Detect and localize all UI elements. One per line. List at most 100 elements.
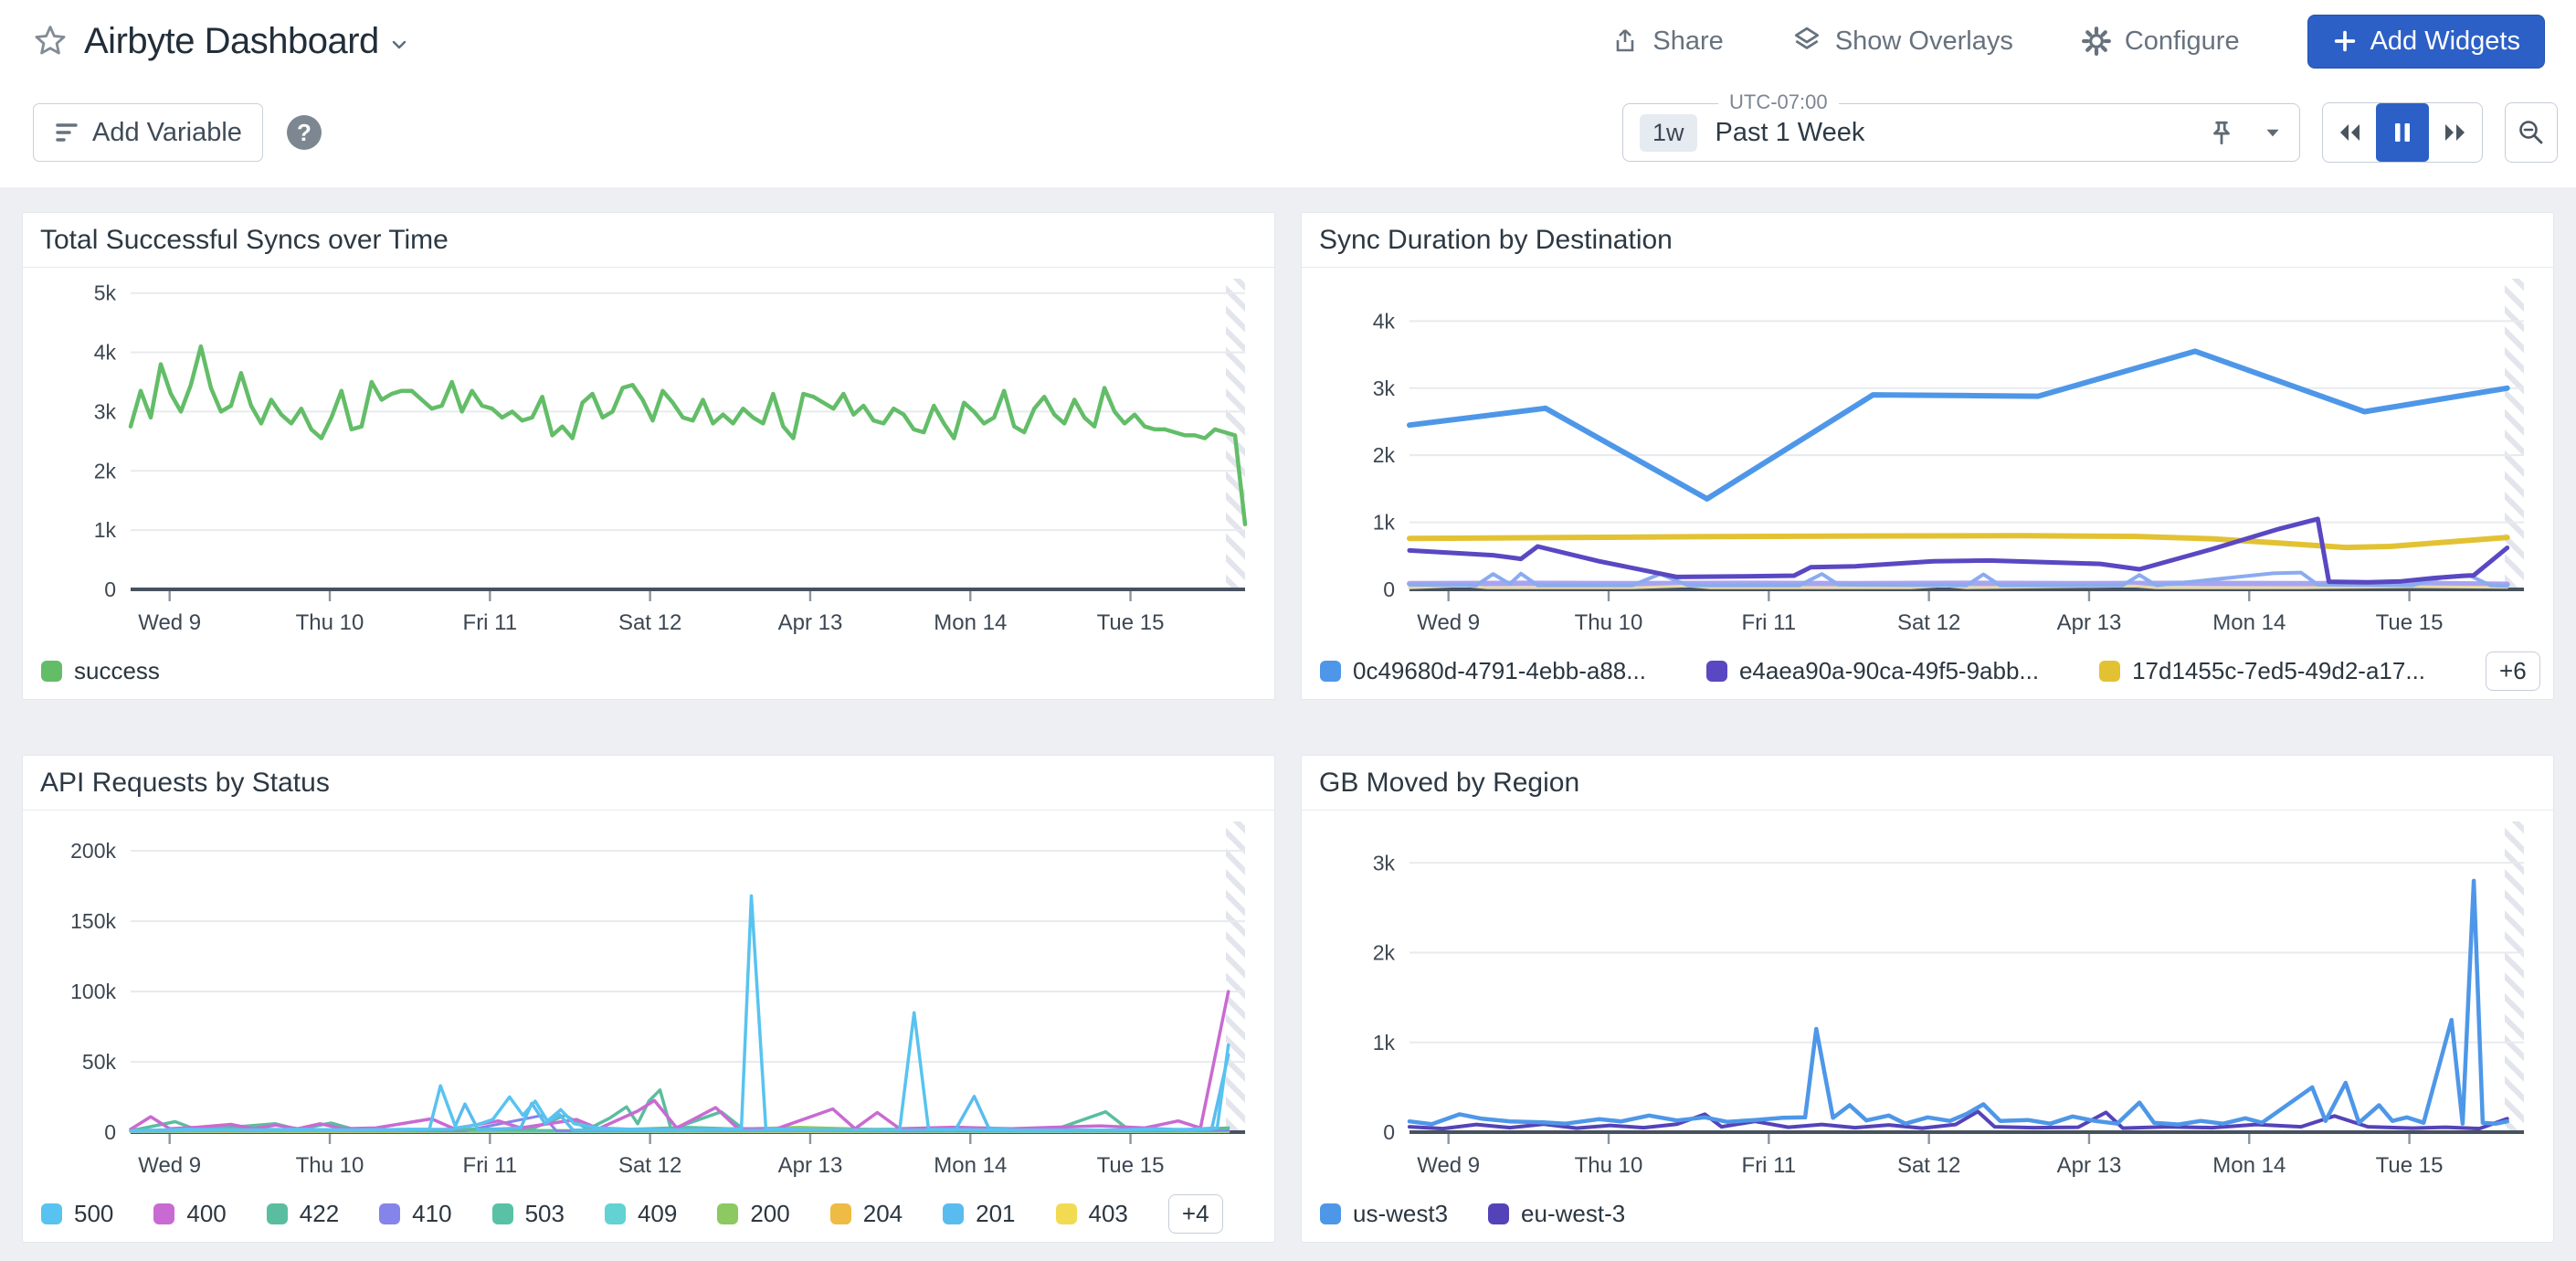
header-row-title: Airbyte Dashboard Share Show Overlays [33, 13, 2545, 69]
series-line-0c49680d-4791-4ebb-a88...[interactable] [1409, 351, 2507, 499]
top-bar: Airbyte Dashboard Share Show Overlays [0, 0, 2576, 187]
legend-item[interactable]: 201 [943, 1200, 1015, 1228]
widget-title[interactable]: Total Successful Syncs over Time [23, 213, 1274, 268]
plus-icon [2332, 28, 2358, 54]
widget-title[interactable]: GB Moved by Region [1302, 756, 2553, 811]
show-overlays-button[interactable]: Show Overlays [1791, 26, 2013, 57]
zoom-out-button[interactable] [2505, 102, 2558, 163]
add-widgets-button[interactable]: Add Widgets [2307, 15, 2545, 69]
x-tick-label: Sat 12 [1897, 1153, 1960, 1178]
pin-icon[interactable] [2208, 118, 2235, 147]
legend-item[interactable]: 410 [379, 1200, 451, 1228]
series-line-400[interactable] [131, 991, 1229, 1129]
x-tick-label: Wed 9 [1417, 1153, 1480, 1178]
widget-title[interactable]: Sync Duration by Destination [1302, 213, 2553, 268]
chart-plot[interactable]: 01k2k3kWed 9Thu 10Fri 11Sat 12Apr 13Mon … [1302, 811, 2553, 1185]
title-chevron-down-icon[interactable] [388, 34, 410, 56]
series-line-201[interactable] [131, 1054, 1229, 1130]
series-line-eu-west-3[interactable] [1409, 1111, 2507, 1129]
pause-icon [2391, 120, 2414, 145]
legend-label: success [74, 657, 160, 685]
series-line-e4aea90a-90ca-49f5-9abb...[interactable] [1409, 519, 2507, 582]
legend-item[interactable]: 500 [41, 1200, 113, 1228]
series-line-500[interactable] [131, 895, 1229, 1130]
y-tick-label: 5k [94, 281, 117, 305]
chart-legend: 0c49680d-4791-4ebb-a88... e4aea90a-90ca-4… [1302, 642, 2553, 699]
time-range-label: Past 1 Week [1716, 118, 1865, 148]
legend-item[interactable]: 200 [717, 1200, 789, 1228]
share-icon [1610, 26, 1640, 57]
legend-item[interactable]: 204 [830, 1200, 903, 1228]
series-line-us-west3[interactable] [1409, 881, 2507, 1125]
legend-item[interactable]: eu-west-3 [1488, 1200, 1625, 1228]
y-tick-label: 0 [104, 1120, 116, 1144]
legend-color-chip [1706, 661, 1727, 682]
x-tick-label: Thu 10 [296, 1153, 364, 1178]
chart-plot[interactable]: 01k2k3k4k5kWed 9Thu 10Fri 11Sat 12Apr 13… [23, 268, 1274, 642]
legend-color-chip [943, 1203, 964, 1224]
x-tick-label: Tue 15 [1097, 610, 1165, 635]
y-tick-label: 1k [1373, 511, 1396, 535]
time-forward-button[interactable] [2429, 103, 2482, 162]
series-line-17d1455c-7ed5-49d2-a17...[interactable] [1409, 535, 2507, 547]
y-tick-label: 100k [70, 980, 116, 1003]
x-tick-label: Wed 9 [138, 610, 201, 635]
dropdown-caret-icon[interactable] [2263, 122, 2283, 143]
widget-title[interactable]: API Requests by Status [23, 756, 1274, 811]
legend-item[interactable]: 409 [605, 1200, 677, 1228]
legend-item[interactable]: e4aea90a-90ca-49f5-9abb... [1706, 657, 2039, 685]
legend-item[interactable]: 503 [492, 1200, 565, 1228]
favorite-star-icon[interactable] [33, 24, 68, 58]
rewind-icon [2336, 120, 2363, 145]
time-range-picker[interactable]: UTC-07:00 1w Past 1 Week [1622, 103, 2300, 162]
legend-item[interactable]: us-west3 [1320, 1200, 1448, 1228]
show-overlays-label: Show Overlays [1835, 26, 2013, 57]
time-backward-button[interactable] [2323, 103, 2376, 162]
chart-svg[interactable]: 01k2k3kWed 9Thu 10Fri 11Sat 12Apr 13Mon … [1302, 811, 2553, 1185]
legend-item[interactable]: 403 [1056, 1200, 1128, 1228]
zoom-out-icon [2517, 118, 2546, 147]
overlays-layers-icon [1791, 26, 1822, 57]
widget-total-successful-syncs: Total Successful Syncs over Time 01k2k3k… [22, 212, 1275, 700]
legend-item[interactable]: 422 [267, 1200, 339, 1228]
header-row-controls: Add Variable ? UTC-07:00 1w Past 1 Week [33, 99, 2558, 166]
legend-item[interactable]: success [41, 657, 160, 685]
time-range-chip[interactable]: 1w [1640, 114, 1697, 152]
timezone-label[interactable]: UTC-07:00 [1718, 90, 1839, 114]
fast-forward-icon [2442, 120, 2469, 145]
legend-item[interactable]: 400 [153, 1200, 226, 1228]
x-tick-label: Thu 10 [1575, 1153, 1643, 1178]
x-tick-label: Fri 11 [463, 610, 518, 635]
legend-label: 400 [186, 1200, 226, 1228]
time-controls: UTC-07:00 1w Past 1 Week [1622, 102, 2558, 163]
series-line-success[interactable] [131, 346, 1245, 525]
x-tick-label: Fri 11 [1742, 610, 1797, 635]
time-playback-group [2322, 102, 2483, 163]
legend-item[interactable]: 17d1455c-7ed5-49d2-a17... [2099, 657, 2425, 685]
configure-button[interactable]: Configure [2081, 26, 2240, 57]
share-button[interactable]: Share [1610, 26, 1723, 57]
x-tick-label: Fri 11 [1742, 1153, 1797, 1178]
legend-overflow-badge[interactable]: +6 [2486, 652, 2540, 691]
legend-label: 500 [74, 1200, 113, 1228]
chart-svg[interactable]: 050k100k150k200kWed 9Thu 10Fri 11Sat 12A… [23, 811, 1274, 1185]
legend-color-chip [1056, 1203, 1077, 1224]
chart-svg[interactable]: 01k2k3k4k5kWed 9Thu 10Fri 11Sat 12Apr 13… [23, 268, 1274, 642]
add-variable-button[interactable]: Add Variable [33, 103, 263, 162]
legend-color-chip [1320, 1203, 1341, 1224]
chart-plot[interactable]: 01k2k3k4kWed 9Thu 10Fri 11Sat 12Apr 13Mo… [1302, 268, 2553, 642]
chart-svg[interactable]: 01k2k3k4kWed 9Thu 10Fri 11Sat 12Apr 13Mo… [1302, 268, 2553, 642]
y-tick-label: 1k [1373, 1031, 1396, 1054]
legend-overflow-badge[interactable]: +4 [1168, 1194, 1223, 1234]
x-tick-label: Apr 13 [778, 1153, 843, 1178]
chart-plot[interactable]: 050k100k150k200kWed 9Thu 10Fri 11Sat 12A… [23, 811, 1274, 1185]
time-range-icons [2208, 118, 2283, 147]
help-icon[interactable]: ? [287, 115, 322, 150]
legend-label: 200 [750, 1200, 789, 1228]
future-bucket-hatch [2505, 821, 2524, 1132]
legend-item[interactable]: 0c49680d-4791-4ebb-a88... [1320, 657, 1646, 685]
series-line-422[interactable] [131, 1090, 1229, 1131]
y-tick-label: 150k [70, 909, 116, 933]
legend-label: 17d1455c-7ed5-49d2-a17... [2132, 657, 2425, 685]
time-pause-button[interactable] [2376, 103, 2429, 162]
